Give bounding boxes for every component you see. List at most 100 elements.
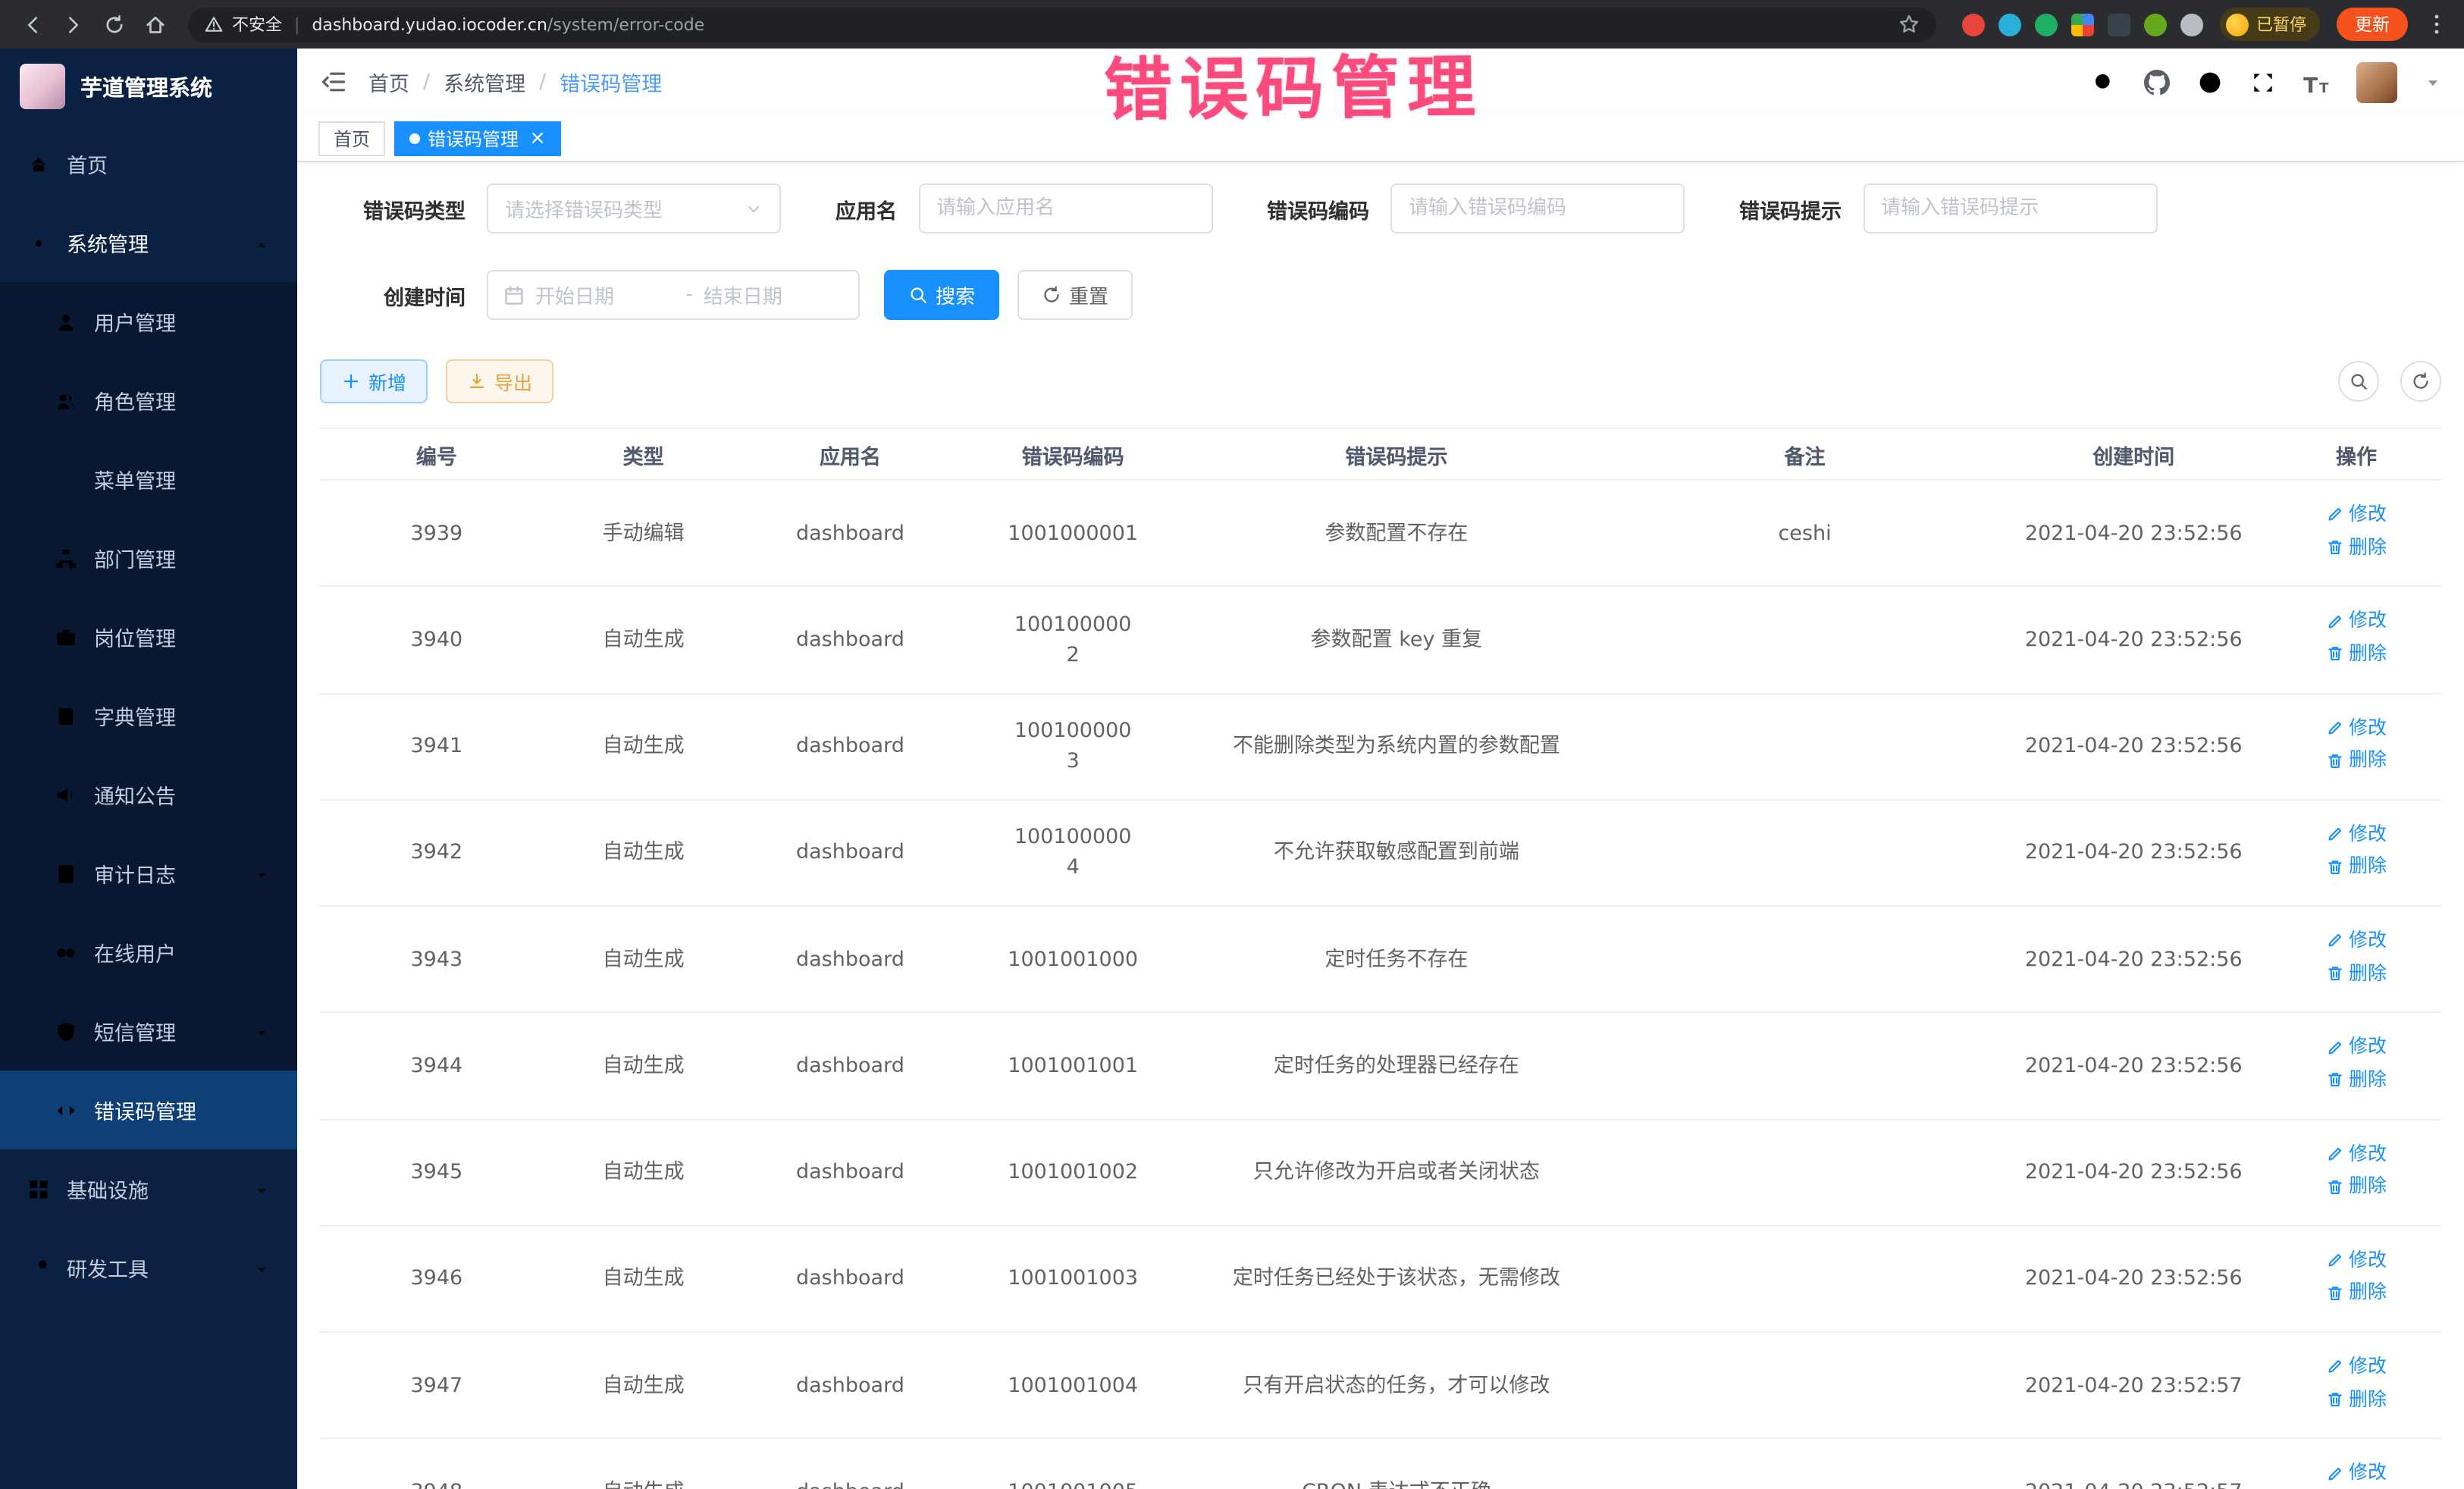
github-icon[interactable] <box>2144 69 2170 95</box>
error-msg-input[interactable] <box>1863 183 2157 234</box>
delete-icon <box>2326 1390 2344 1409</box>
edit-link[interactable]: 修改 <box>2326 713 2387 742</box>
delete-link[interactable]: 删除 <box>2326 1385 2387 1414</box>
edit-link[interactable]: 修改 <box>2326 1033 2387 1062</box>
sidebar-item-online-user[interactable]: 在线用户 <box>0 913 297 992</box>
fullscreen-icon[interactable] <box>2250 69 2276 95</box>
green-v-extension-icon[interactable] <box>2035 13 2058 36</box>
sidebar-item-notice[interactable]: 通知公告 <box>0 755 297 834</box>
bookmark-star-icon[interactable] <box>1898 14 1920 35</box>
browser-home-button[interactable] <box>138 8 171 41</box>
table-cell: 修改删除 <box>2271 587 2441 694</box>
add-button[interactable]: 新增 <box>320 359 428 403</box>
puzzle-extension-icon[interactable] <box>2180 13 2203 36</box>
search-toggle-button[interactable] <box>2338 361 2379 402</box>
sidebar-item-post[interactable]: 岗位管理 <box>0 597 297 676</box>
gear-icon <box>27 231 50 254</box>
delete-link[interactable]: 删除 <box>2326 640 2387 669</box>
edit-link[interactable]: 修改 <box>2326 1459 2387 1488</box>
table-row: 3945自动生成dashboard1001001002只允许修改为开启或者关闭状… <box>320 1119 2441 1226</box>
edit-link[interactable]: 修改 <box>2326 820 2387 849</box>
table-cell: 3943 <box>320 906 553 1013</box>
table-cell: 1001001003 <box>967 1226 1179 1333</box>
delete-link[interactable]: 删除 <box>2326 1172 2387 1201</box>
tab-首页[interactable]: 首页 <box>318 121 385 155</box>
sidebar-item-user[interactable]: 用户管理 <box>0 282 297 361</box>
reset-button[interactable]: 重置 <box>1017 270 1133 320</box>
briefcase-icon <box>55 625 77 648</box>
green-leaf-extension-icon[interactable] <box>2144 13 2167 36</box>
date-range-input[interactable]: 开始日期 - 结束日期 <box>487 270 860 320</box>
app-name-input[interactable] <box>918 183 1212 234</box>
security-label[interactable]: 不安全 <box>232 12 282 36</box>
error-msg-label: 错误码提示 <box>1739 193 1842 224</box>
profile-paused-badge[interactable]: 已暂停 <box>2220 8 2320 41</box>
delete-link[interactable]: 删除 <box>2326 746 2387 775</box>
browser-reload-button[interactable] <box>97 8 130 41</box>
help-icon[interactable] <box>2197 69 2223 95</box>
delete-link[interactable]: 删除 <box>2326 1279 2387 1308</box>
tab-错误码管理[interactable]: 错误码管理× <box>394 121 561 155</box>
close-icon[interactable]: × <box>529 128 546 148</box>
browser-back-button[interactable] <box>15 8 49 41</box>
breadcrumb-item[interactable]: 首页 <box>368 67 409 97</box>
table-cell: 1001001002 <box>967 1119 1179 1226</box>
sidebar-item-dept[interactable]: 部门管理 <box>0 519 297 597</box>
delete-link[interactable]: 删除 <box>2326 853 2387 882</box>
sidebar-item-audit-log[interactable]: 审计日志 <box>0 834 297 913</box>
table-cell: 3948 <box>320 1439 553 1489</box>
column-header: 编号 <box>320 428 553 480</box>
delete-link[interactable]: 删除 <box>2326 1066 2387 1095</box>
sidebar-item-label: 审计日志 <box>94 858 176 889</box>
search-icon[interactable] <box>2091 69 2117 95</box>
table-cell: 2021-04-20 23:52:56 <box>1995 480 2271 587</box>
search-icon <box>908 285 928 305</box>
table-cell: 2021-04-20 23:52:56 <box>1995 693 2271 800</box>
sidebar-item-label: 菜单管理 <box>94 464 176 494</box>
dark-on-extension-icon[interactable] <box>2108 13 2130 36</box>
red-circle-extension-icon[interactable] <box>1962 13 1985 36</box>
edit-link[interactable]: 修改 <box>2326 607 2387 636</box>
table-cell: 1001000001 <box>967 480 1179 587</box>
sidebar-item-label: 短信管理 <box>94 1016 176 1046</box>
user-avatar[interactable] <box>2356 61 2397 102</box>
caret-down-icon[interactable] <box>2425 74 2441 90</box>
sidebar-item-dict[interactable]: 字典管理 <box>0 676 297 755</box>
error-type-select[interactable]: 请选择错误码类型 <box>487 183 781 234</box>
sidebar-item-error-code[interactable]: 错误码管理 <box>0 1071 297 1149</box>
edit-icon <box>2326 506 2344 524</box>
delete-link[interactable]: 删除 <box>2326 959 2387 988</box>
sidebar-item-menu[interactable]: 菜单管理 <box>0 440 297 519</box>
teal-drop-extension-icon[interactable] <box>1998 13 2021 36</box>
table-cell: 自动生成 <box>553 800 734 907</box>
address-bar[interactable]: 不安全 | dashboard.yudao.iocoder.cn/system/… <box>188 7 1936 42</box>
edit-link[interactable]: 修改 <box>2326 500 2387 529</box>
font-size-icon[interactable]: TT <box>2303 69 2329 95</box>
browser-forward-button[interactable] <box>56 8 89 41</box>
sidebar-collapse-button[interactable] <box>320 68 347 96</box>
refresh-button[interactable] <box>2400 361 2441 402</box>
sidebar-item-role[interactable]: 角色管理 <box>0 361 297 440</box>
edit-link[interactable]: 修改 <box>2326 1139 2387 1168</box>
breadcrumb-item[interactable]: 系统管理 <box>444 67 525 97</box>
sidebar-item-infra[interactable]: 基础设施 <box>0 1149 297 1228</box>
chevron-down-icon <box>253 865 270 882</box>
sidebar-item-system[interactable]: 系统管理 <box>0 203 297 282</box>
browser-update-button[interactable]: 更新 <box>2337 8 2408 41</box>
browser-menu-button[interactable] <box>2425 11 2449 38</box>
sidebar-item-dev-tool[interactable]: 研发工具 <box>0 1228 297 1307</box>
table-cell <box>1614 906 1996 1013</box>
error-code-input[interactable] <box>1390 183 1685 234</box>
search-button[interactable]: 搜索 <box>884 270 999 320</box>
export-button[interactable]: 导出 <box>446 359 553 403</box>
edit-icon <box>2326 1358 2344 1376</box>
sidebar-item-sms[interactable]: 短信管理 <box>0 992 297 1071</box>
delete-link[interactable]: 删除 <box>2326 533 2387 562</box>
edit-link[interactable]: 修改 <box>2326 1353 2387 1381</box>
edit-link[interactable]: 修改 <box>2326 926 2387 955</box>
table-row: 3943自动生成dashboard1001001000定时任务不存在2021-0… <box>320 906 2441 1013</box>
grid-extension-icon[interactable] <box>2071 13 2094 36</box>
sidebar-item-home[interactable]: 首页 <box>0 124 297 203</box>
sidebar-item-label: 岗位管理 <box>94 622 176 652</box>
edit-link[interactable]: 修改 <box>2326 1246 2387 1275</box>
